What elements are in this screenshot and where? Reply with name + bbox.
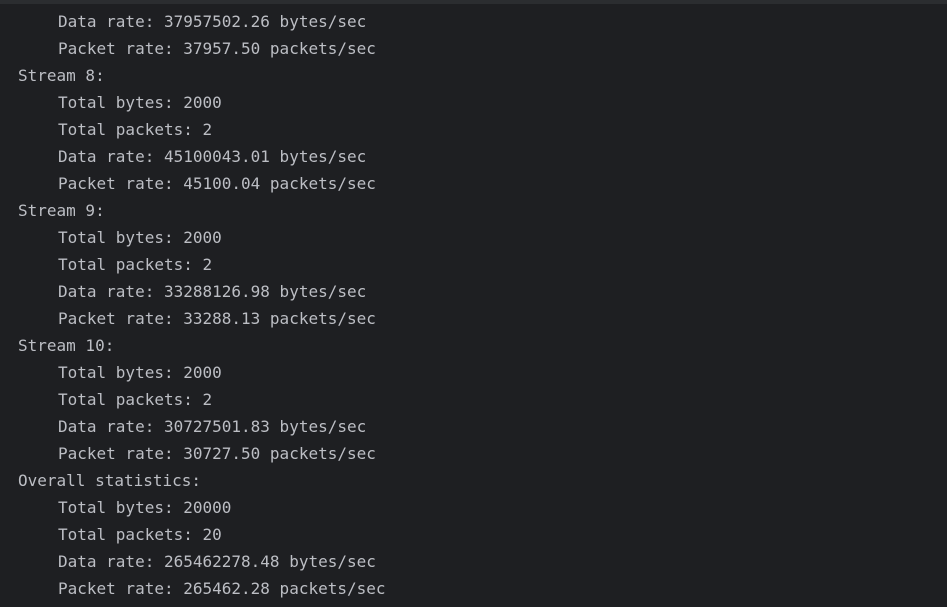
console-line: Packet rate: 37957.50 packets/sec xyxy=(58,39,376,58)
console-line: Data rate: 45100043.01 bytes/sec xyxy=(58,147,367,166)
console-section-header: Overall statistics: xyxy=(18,471,202,490)
console-line: Packet rate: 45100.04 packets/sec xyxy=(58,174,376,193)
console-line: Total packets: 2 xyxy=(58,255,213,274)
console-line: Packet rate: 265462.28 packets/sec xyxy=(58,579,386,598)
console-section-header: Stream 9: xyxy=(18,201,105,220)
console-line: Data rate: 265462278.48 bytes/sec xyxy=(58,552,376,571)
console-section-header: Stream 10: xyxy=(18,336,115,355)
console-line: Packet rate: 33288.13 packets/sec xyxy=(58,309,376,328)
console-section-header: Stream 8: xyxy=(18,66,105,85)
console-line: Data rate: 33288126.98 bytes/sec xyxy=(58,282,367,301)
console-line: Total bytes: 2000 xyxy=(58,228,222,247)
console-line: Total packets: 2 xyxy=(58,120,213,139)
console-line: Total packets: 2 xyxy=(58,390,213,409)
console-output[interactable]: Data rate: 37957502.26 bytes/sec Packet r… xyxy=(0,8,947,607)
console-line: Data rate: 37957502.26 bytes/sec xyxy=(58,12,367,31)
console-line: Total bytes: 20000 xyxy=(58,498,232,517)
console-line: Data rate: 30727501.83 bytes/sec xyxy=(58,417,367,436)
console-line: Total bytes: 2000 xyxy=(58,363,222,382)
console-line: Total bytes: 2000 xyxy=(58,93,222,112)
console-line: Packet rate: 30727.50 packets/sec xyxy=(58,444,376,463)
console-line: Total packets: 20 xyxy=(58,525,222,544)
panel-top-border xyxy=(0,0,947,4)
